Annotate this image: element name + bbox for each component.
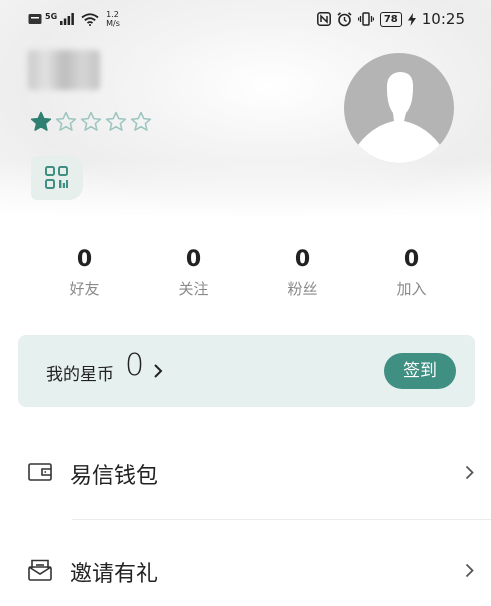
stats-row: 0 好友 0 关注 0 粉丝 0 加入 [30, 245, 466, 299]
stat-following[interactable]: 0 关注 [139, 245, 248, 299]
star-empty-icon [55, 111, 77, 131]
star-filled-icon [30, 111, 52, 131]
wallet-icon [28, 463, 52, 481]
battery-indicator: 78 [379, 11, 402, 27]
rating-stars [30, 111, 152, 133]
wifi-icon [81, 12, 99, 26]
star-coin-count: 0 [125, 348, 145, 383]
avatar[interactable] [344, 53, 454, 163]
chevron-right-icon [465, 465, 474, 480]
menu-label: 易信钱包 [70, 464, 159, 489]
gift-envelope-icon [28, 559, 52, 581]
stat-followers[interactable]: 0 粉丝 [248, 245, 357, 299]
qr-code-button[interactable] [31, 156, 83, 200]
stat-count: 0 [403, 247, 420, 272]
clock: 10:25 [421, 10, 465, 28]
status-bar-right: 78 10:25 [316, 10, 465, 28]
network-speed-unit: M/s [106, 19, 120, 28]
chevron-right-icon [154, 364, 163, 378]
nfc-icon [316, 12, 331, 26]
username-blurred [28, 50, 100, 90]
status-bar: 5G 1.2 M/s 78 10:25 [0, 0, 491, 40]
chevron-right-icon [465, 563, 474, 578]
menu-label: 邀请有礼 [70, 562, 159, 587]
stat-count: 0 [185, 247, 202, 272]
alarm-icon [337, 11, 352, 26]
qr-code-icon [45, 166, 68, 189]
star-coin-card[interactable]: 我的星币 0 签到 [18, 335, 475, 407]
stat-label: 好友 [69, 280, 100, 298]
stat-label: 加入 [396, 280, 427, 298]
stat-label: 粉丝 [287, 280, 318, 298]
menu-divider [72, 519, 491, 520]
menu-item-invite[interactable]: 邀请有礼 [0, 526, 491, 606]
stat-friends[interactable]: 0 好友 [30, 245, 139, 299]
status-bar-left: 5G 1.2 M/s [28, 10, 120, 28]
stat-joined[interactable]: 0 加入 [357, 245, 466, 299]
default-avatar-icon [358, 72, 440, 163]
network-type: 5G [45, 11, 58, 21]
signal-icon [60, 13, 75, 25]
stat-count: 0 [294, 247, 311, 272]
stat-label: 关注 [178, 280, 209, 298]
network-speed: 1.2 M/s [106, 10, 120, 28]
star-empty-icon [130, 111, 152, 131]
star-empty-icon [80, 111, 102, 131]
menu-item-wallet[interactable]: 易信钱包 [0, 427, 491, 517]
network-speed-value: 1.2 [106, 10, 119, 19]
star-coin-label: 我的星币 [46, 365, 114, 385]
star-empty-icon [105, 111, 127, 131]
charging-icon [407, 12, 416, 26]
vibrate-icon [357, 12, 374, 26]
notification-icon [28, 14, 42, 24]
stat-count: 0 [76, 247, 93, 272]
check-in-button[interactable]: 签到 [384, 353, 456, 389]
